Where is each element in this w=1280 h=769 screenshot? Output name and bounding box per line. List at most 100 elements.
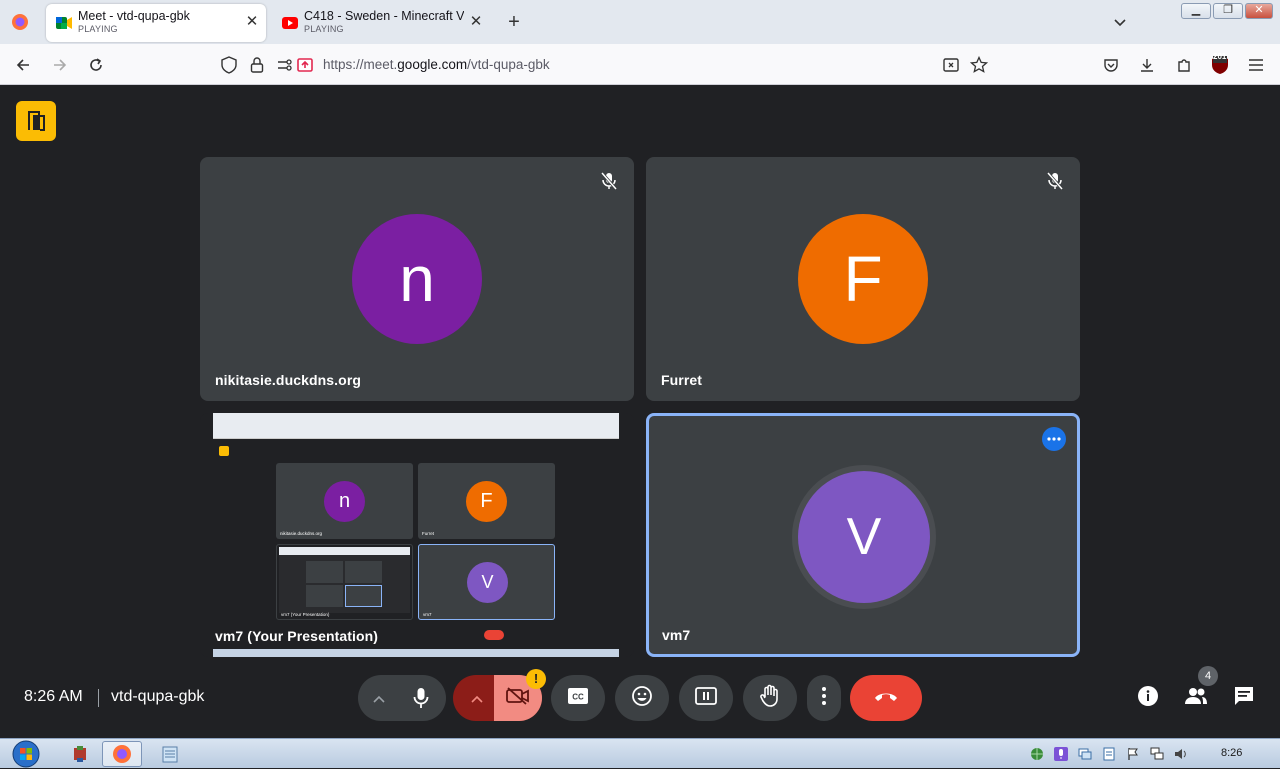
taskbar-firefox-icon[interactable] bbox=[102, 741, 142, 767]
closed-captions-icon: CC bbox=[567, 687, 589, 710]
thumb-avatar: V bbox=[467, 562, 508, 603]
thumb-tile: V vm7 bbox=[418, 544, 555, 620]
forward-icon[interactable] bbox=[49, 54, 71, 76]
thumb-tile: F Furret bbox=[418, 463, 555, 539]
chevron-up-icon[interactable] bbox=[372, 691, 386, 709]
close-tab-icon[interactable]: ✕ bbox=[244, 14, 260, 30]
presentation-tile[interactable]: n nikitasie.duckdns.org F Furret vm7 (Yo… bbox=[200, 413, 634, 657]
thumb-end-call bbox=[484, 630, 504, 640]
lock-icon[interactable] bbox=[246, 54, 268, 76]
browser-tabstrip: Meet - vtd-qupa-gbk PLAYING ✕ C418 - Swe… bbox=[0, 0, 1280, 44]
more-options-icon[interactable] bbox=[1042, 427, 1066, 451]
extension-badge: 201 bbox=[1213, 52, 1227, 61]
url-domain: google.com bbox=[397, 57, 468, 72]
chat-button[interactable] bbox=[1224, 678, 1264, 718]
tracking-shield-icon[interactable] bbox=[218, 54, 240, 76]
camera-off-icon bbox=[506, 686, 530, 710]
svg-text:CC: CC bbox=[572, 692, 584, 701]
start-orb-icon[interactable] bbox=[8, 739, 44, 769]
taskbar-notepad-icon[interactable] bbox=[150, 741, 190, 767]
close-window-icon[interactable]: ✕ bbox=[1245, 3, 1273, 19]
navigation-bar: https://meet.google.com/vtd-qupa-gbk 201 bbox=[0, 44, 1280, 85]
thumb-taskbar bbox=[213, 649, 619, 657]
mic-off-icon bbox=[599, 171, 619, 191]
people-icon bbox=[1184, 687, 1208, 710]
present-button[interactable] bbox=[679, 675, 733, 721]
tab-meet[interactable]: Meet - vtd-qupa-gbk PLAYING ✕ bbox=[46, 4, 266, 42]
url-bar[interactable]: https://meet.google.com/vtd-qupa-gbk bbox=[323, 57, 550, 72]
meeting-code: vtd-qupa-gbk bbox=[111, 688, 205, 705]
info-icon bbox=[1137, 685, 1159, 712]
meeting-time: 8:26 AM bbox=[24, 688, 83, 705]
thumb-tile: vm7 (Your Presentation) bbox=[276, 544, 413, 620]
screen-share-indicator-icon[interactable] bbox=[294, 54, 316, 76]
microphone-button[interactable] bbox=[358, 675, 446, 721]
volume-icon[interactable] bbox=[1174, 747, 1188, 761]
thumb-name: nikitasie.duckdns.org bbox=[280, 531, 323, 536]
end-call-icon bbox=[873, 689, 899, 707]
chevron-down-icon[interactable] bbox=[1110, 12, 1130, 32]
youtube-icon bbox=[282, 15, 298, 31]
action-center-flag-icon[interactable] bbox=[1126, 747, 1140, 761]
tab-title: C418 - Sweden - Minecraft Volu bbox=[304, 10, 464, 23]
tab-youtube[interactable]: C418 - Sweden - Minecraft Volu PLAYING ✕ bbox=[272, 4, 490, 42]
tray-document-icon[interactable] bbox=[1102, 747, 1116, 761]
exit-door-icon[interactable] bbox=[16, 101, 56, 141]
bookmark-star-icon[interactable] bbox=[968, 54, 990, 76]
taskbar-app-icon[interactable] bbox=[60, 741, 100, 767]
leave-call-button[interactable] bbox=[850, 675, 922, 721]
google-meet-icon bbox=[56, 15, 72, 31]
downloads-icon[interactable] bbox=[1136, 54, 1158, 76]
firefox-menu-icon[interactable] bbox=[6, 8, 34, 36]
thumb-nested-screen bbox=[279, 547, 410, 613]
participant-tile[interactable]: F Furret bbox=[646, 157, 1080, 401]
participant-name: vm7 (Your Presentation) bbox=[215, 628, 379, 644]
back-icon[interactable] bbox=[12, 54, 34, 76]
extensions-icon[interactable] bbox=[1173, 54, 1195, 76]
new-tab-icon[interactable]: + bbox=[504, 12, 524, 32]
hamburger-menu-icon[interactable] bbox=[1245, 54, 1267, 76]
warning-icon: ! bbox=[526, 669, 546, 689]
participant-name: Furret bbox=[661, 372, 703, 388]
captions-button[interactable]: CC bbox=[551, 675, 605, 721]
windows-taskbar: 8:26 bbox=[0, 738, 1280, 768]
meeting-details-button[interactable] bbox=[1128, 678, 1168, 718]
network-globe-icon[interactable] bbox=[1030, 747, 1044, 761]
taskbar-clock[interactable]: 8:26 bbox=[1221, 747, 1242, 759]
avatar: n bbox=[352, 214, 482, 344]
tray-mic-icon[interactable] bbox=[1054, 747, 1068, 761]
ublock-icon[interactable]: 201 bbox=[1209, 52, 1231, 76]
mic-off-icon bbox=[1045, 171, 1065, 191]
permissions-icon[interactable] bbox=[274, 54, 296, 76]
url-path: /vtd-qupa-gbk bbox=[467, 57, 550, 72]
tray-network-icon[interactable] bbox=[1150, 747, 1164, 761]
close-tab-icon[interactable]: ✕ bbox=[468, 14, 484, 30]
tray-display-icon[interactable] bbox=[1078, 747, 1092, 761]
restore-icon[interactable]: ❐ bbox=[1213, 3, 1243, 19]
tab-title: Meet - vtd-qupa-gbk bbox=[78, 10, 190, 23]
raise-hand-button[interactable] bbox=[743, 675, 797, 721]
camera-permission-icon[interactable] bbox=[940, 54, 962, 76]
participant-name: vm7 bbox=[662, 627, 691, 643]
pocket-icon[interactable] bbox=[1100, 54, 1122, 76]
more-vert-icon bbox=[822, 686, 826, 710]
more-options-button[interactable] bbox=[807, 675, 841, 721]
thumb-avatar: F bbox=[466, 481, 507, 522]
thumb-name: vm7 (Your Presentation) bbox=[281, 612, 330, 617]
chevron-up-icon[interactable] bbox=[470, 691, 484, 709]
url-prefix: https://meet. bbox=[323, 57, 398, 72]
avatar: V bbox=[798, 471, 930, 603]
emoji-button[interactable] bbox=[615, 675, 669, 721]
minimize-icon[interactable]: ▁ bbox=[1181, 3, 1211, 19]
participant-name: nikitasie.duckdns.org bbox=[215, 372, 362, 388]
participant-tile-active[interactable]: V vm7 bbox=[646, 413, 1080, 657]
presentation-screen: n nikitasie.duckdns.org F Furret vm7 (Yo… bbox=[213, 413, 619, 657]
chat-icon bbox=[1233, 685, 1255, 712]
people-button[interactable]: 4 bbox=[1176, 666, 1218, 718]
camera-button[interactable]: ! bbox=[453, 669, 546, 721]
thumb-name: vm7 bbox=[423, 612, 432, 617]
thumb-browser-chrome bbox=[213, 413, 619, 439]
reload-icon[interactable] bbox=[85, 54, 107, 76]
tab-status: PLAYING bbox=[78, 24, 118, 34]
participant-tile[interactable]: n nikitasie.duckdns.org bbox=[200, 157, 634, 401]
